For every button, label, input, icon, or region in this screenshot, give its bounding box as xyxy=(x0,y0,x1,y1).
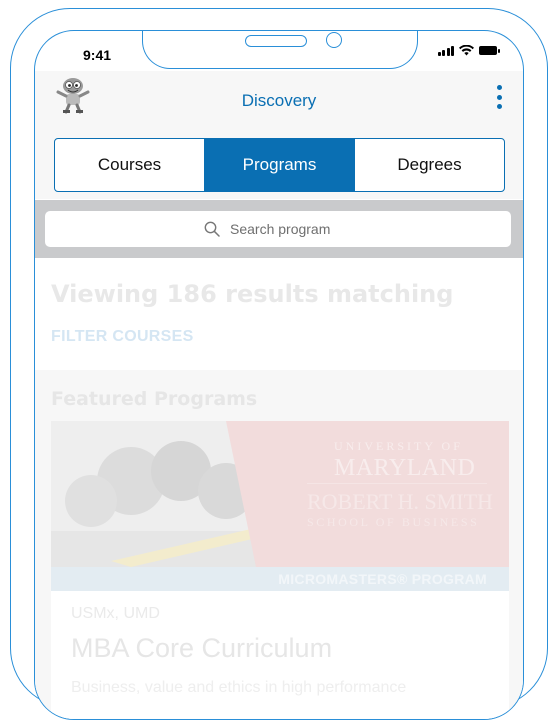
filter-courses-link[interactable]: FILTER COURSES xyxy=(51,328,194,346)
camera xyxy=(326,32,342,48)
search-box[interactable] xyxy=(45,211,511,247)
app-bar: Discovery xyxy=(35,71,523,119)
results-content: Viewing 186 results matching FILTER COUR… xyxy=(35,258,523,719)
program-school: USMx, UMD xyxy=(71,605,160,622)
logo-divider xyxy=(307,483,487,484)
program-card[interactable]: UNIVERSITY OF MARYLAND ROBERT H. SMITH S… xyxy=(51,421,509,719)
page-title: Discovery xyxy=(241,91,317,110)
wifi-icon xyxy=(459,45,474,56)
search-bar-container xyxy=(35,200,523,258)
smith-logo-word: ROBERT H. SMITH xyxy=(307,489,493,514)
smith-logo-sub: SCHOOL OF BUSINESS xyxy=(307,515,480,529)
status-icons xyxy=(437,45,500,56)
signal-icon xyxy=(437,45,454,56)
tab-degrees[interactable]: Degrees xyxy=(355,139,504,191)
phone-screen: 9:41 Discovery Courses Programs Degrees … xyxy=(34,30,524,720)
featured-heading: Featured Programs xyxy=(51,388,258,410)
status-time: 9:41 xyxy=(83,47,112,63)
segmented-control: Courses Programs Degrees xyxy=(54,138,505,192)
umd-logo-word: MARYLAND xyxy=(334,455,476,481)
tab-programs[interactable]: Programs xyxy=(205,139,355,191)
battery-icon xyxy=(479,46,500,55)
campus-photo xyxy=(51,421,291,567)
program-description: Business, value and ethics in high perfo… xyxy=(71,679,407,696)
micromasters-badge: MICROMASTERS® PROGRAM xyxy=(51,567,509,591)
program-title: MBA Core Curriculum xyxy=(71,633,333,663)
more-vertical-icon[interactable] xyxy=(495,85,503,109)
featured-section: Featured Programs UNIVERSITY OF MARYLAND… xyxy=(35,370,523,719)
results-count: Viewing 186 results matching xyxy=(51,280,454,308)
search-icon xyxy=(204,221,220,237)
umd-logo-small: UNIVERSITY OF xyxy=(334,439,463,453)
search-input[interactable] xyxy=(228,220,352,238)
tab-bar-container: Courses Programs Degrees xyxy=(35,119,523,199)
tab-courses[interactable]: Courses xyxy=(55,139,205,191)
program-card-image: UNIVERSITY OF MARYLAND ROBERT H. SMITH S… xyxy=(51,421,509,567)
notch xyxy=(142,31,418,69)
speaker xyxy=(245,35,307,47)
